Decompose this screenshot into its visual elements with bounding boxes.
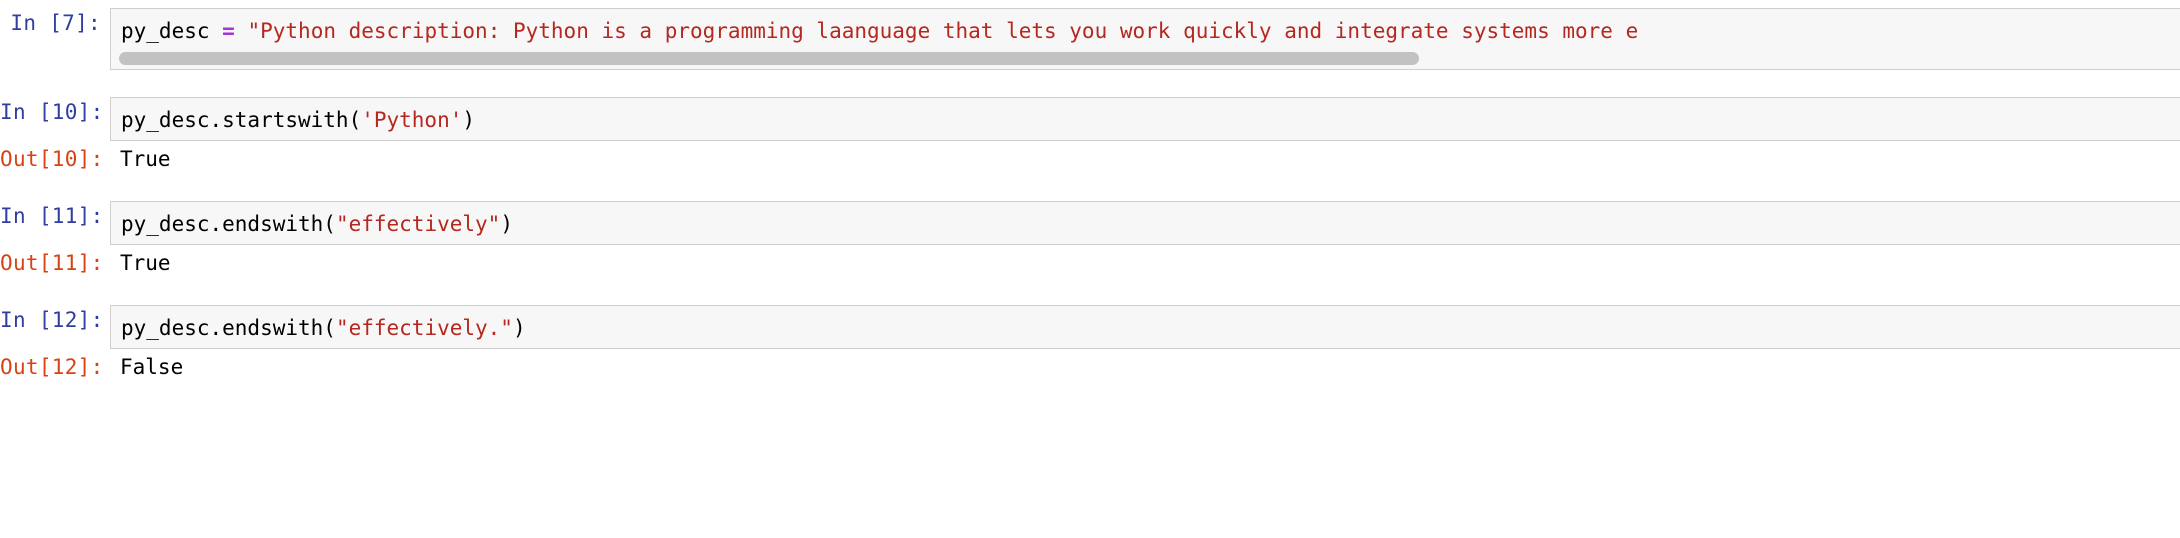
code-token-call: py_desc.endswith(: [121, 316, 336, 340]
code-line-12: py_desc.endswith("effectively."): [111, 306, 2180, 348]
notebook-cell-in-7[interactable]: In [7]: py_desc = "Python description: P…: [0, 8, 2180, 70]
code-token-paren: ): [512, 316, 526, 340]
code-input-area-10[interactable]: py_desc.startswith('Python'): [110, 97, 2180, 141]
code-input-area-12[interactable]: py_desc.endswith("effectively."): [110, 305, 2180, 349]
notebook-cell-in-11[interactable]: In [11]: py_desc.endswith("effectively"): [0, 201, 2180, 245]
code-token-paren: ): [462, 108, 476, 132]
code-token-space-2: [235, 19, 248, 43]
code-line-11: py_desc.endswith("effectively"): [111, 202, 2180, 244]
jupyter-notebook-cells: In [7]: py_desc = "Python description: P…: [0, 0, 2180, 538]
horizontal-scrollbar-track[interactable]: [119, 52, 2172, 65]
code-token-operator: =: [222, 19, 235, 43]
code-token-call: py_desc.endswith(: [121, 212, 336, 236]
code-token-paren: ): [500, 212, 513, 236]
input-prompt-label-11: In [11]:: [0, 204, 104, 228]
horizontal-scrollbar-thumb[interactable]: [119, 52, 1419, 65]
notebook-cell-out-12: Out[12]: False: [0, 352, 2180, 382]
input-prompt-label-10: In [10]:: [0, 100, 104, 124]
code-token-call: py_desc.startswith(: [121, 108, 362, 132]
notebook-cell-in-12[interactable]: In [12]: py_desc.endswith("effectively."…: [0, 305, 2180, 349]
notebook-cell-out-11: Out[11]: True: [0, 248, 2180, 278]
input-prompt-label-12: In [12]:: [0, 308, 104, 332]
output-value-11: True: [120, 251, 171, 275]
input-prompt-label-7: In [7]:: [10, 11, 101, 35]
code-token-variable: py_desc: [121, 19, 210, 43]
code-line-10: py_desc.startswith('Python'): [111, 98, 2180, 140]
output-prompt-label-11: Out[11]:: [0, 251, 104, 275]
output-prompt-label-12: Out[12]:: [0, 355, 104, 379]
code-token-string: "effectively.": [335, 316, 513, 340]
code-token-string: 'Python': [361, 108, 463, 132]
notebook-cell-out-10: Out[10]: True: [0, 144, 2180, 174]
code-input-area-11[interactable]: py_desc.endswith("effectively"): [110, 201, 2180, 245]
notebook-cell-in-10[interactable]: In [10]: py_desc.startswith('Python'): [0, 97, 2180, 141]
code-token-string: "Python description: Python is a program…: [247, 19, 1639, 43]
output-prompt-label-10: Out[10]:: [0, 147, 104, 171]
code-line-7: py_desc = "Python description: Python is…: [111, 9, 2180, 53]
code-token-string: "effectively": [335, 212, 501, 236]
output-value-12: False: [120, 355, 184, 379]
code-input-area-7[interactable]: py_desc = "Python description: Python is…: [110, 8, 2180, 70]
output-value-10: True: [120, 147, 171, 171]
